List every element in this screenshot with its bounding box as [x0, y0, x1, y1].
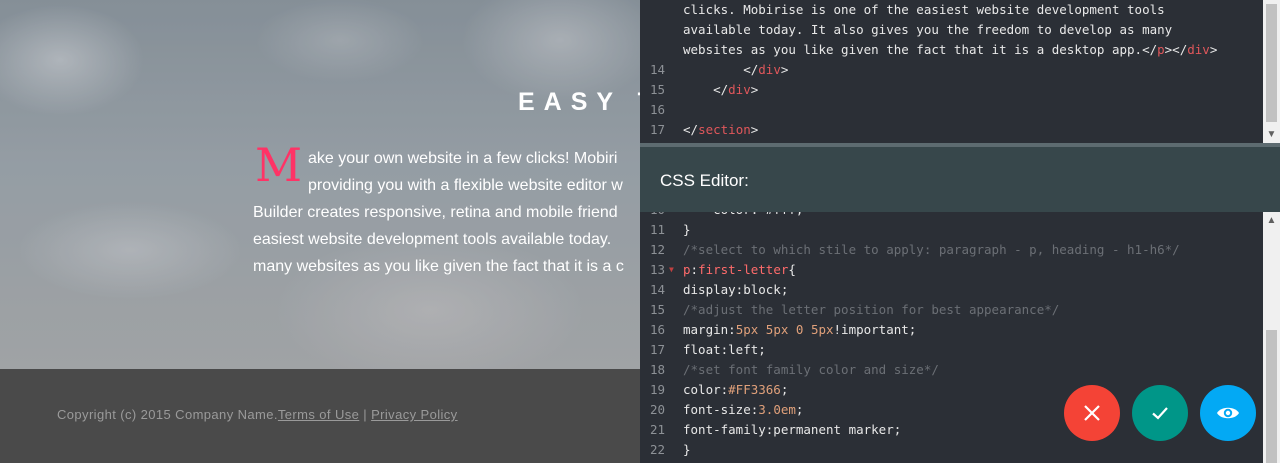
line-number: 17 [650, 122, 666, 137]
paragraph-line: Builder creates responsive, retina and m… [253, 204, 618, 221]
code-text: p:first-letter{ [683, 262, 796, 277]
line-number: 15 [650, 82, 666, 97]
site-preview: EASY T M ake your own website in a few c… [0, 0, 640, 463]
site-footer: Copyright (c) 2015 Company Name.Terms of… [0, 369, 640, 463]
paragraph-line: providing you with a flexible website ed… [308, 177, 623, 194]
apply-button[interactable] [1132, 385, 1188, 441]
fold-arrow-icon[interactable]: ▼ [669, 260, 674, 280]
hero-paragraph: ake your own website in a few clicks! Mo… [253, 145, 640, 280]
code-text: /*select to which stile to apply: paragr… [683, 242, 1180, 257]
close-icon [1084, 405, 1100, 421]
code-text: clicks. Mobirise is one of the easiest w… [683, 2, 1165, 17]
css-editor-label: CSS Editor: [660, 171, 749, 190]
code-line[interactable]: websites as you like given the fact that… [640, 40, 1263, 60]
code-line[interactable]: 10 color: #fff; [640, 212, 1263, 220]
terms-of-use-link[interactable]: Terms of Use [278, 407, 359, 422]
code-text: /*adjust the letter position for best ap… [683, 302, 1060, 317]
privacy-policy-link[interactable]: Privacy Policy [371, 407, 458, 422]
line-number: 11 [650, 222, 666, 237]
scroll-up-arrow[interactable]: ▲ [1263, 212, 1280, 229]
code-line[interactable]: 11} [640, 220, 1263, 240]
line-number: 19 [650, 382, 666, 397]
scroll-down-arrow[interactable]: ▼ [1263, 126, 1280, 143]
code-line[interactable]: 15 /*adjust the letter position for best … [640, 300, 1263, 320]
code-line[interactable]: 17 float:left; [640, 340, 1263, 360]
footer-text: Copyright (c) 2015 Company Name.Terms of… [57, 407, 458, 422]
code-line[interactable]: 13 ▼ p:first-letter{ [640, 260, 1263, 280]
code-text: /*set font family color and size*/ [683, 362, 939, 377]
code-text: margin:5px 5px 0 5px!important; [683, 322, 917, 337]
line-number: 21 [650, 422, 666, 437]
line-number: 10 [650, 212, 668, 220]
code-line[interactable]: 14 </div> [640, 60, 1263, 80]
footer-separator: | [359, 407, 372, 422]
line-number: 13 [650, 262, 666, 277]
css-editor-scrollbar[interactable]: ▲ [1263, 212, 1280, 463]
code-text: color: #fff; [683, 212, 803, 220]
code-line[interactable]: 16 [640, 100, 1263, 120]
paragraph-line: many websites as you like given the fact… [253, 258, 624, 275]
code-line[interactable]: clicks. Mobirise is one of the easiest w… [640, 0, 1263, 20]
preview-button[interactable] [1200, 385, 1256, 441]
line-number: 15 [650, 302, 666, 317]
code-text: } [683, 222, 691, 237]
code-line[interactable]: 16 margin:5px 5px 0 5px!important; [640, 320, 1263, 340]
code-text: available today. It also gives you the f… [683, 22, 1173, 37]
line-number: 22 [650, 442, 666, 457]
code-text: display:block; [683, 282, 789, 297]
paragraph-line: ake your own website in a few clicks! Mo… [308, 150, 618, 167]
hero-title: EASY T [518, 88, 640, 116]
code-line[interactable]: 18 /*set font family color and size*/ [640, 360, 1263, 380]
line-number: 17 [650, 342, 666, 357]
code-text: </div> [683, 82, 759, 97]
hero-section: EASY T M ake your own website in a few c… [0, 0, 640, 369]
line-number: 16 [650, 322, 666, 337]
code-editor-panel: clicks. Mobirise is one of the easiest w… [640, 0, 1280, 463]
code-text: font-family:permanent marker; [683, 422, 902, 437]
code-text: websites as you like given the fact that… [683, 42, 1218, 57]
line-number: 14 [650, 62, 666, 77]
code-text: </section> [683, 122, 759, 137]
scrollbar-thumb[interactable] [1266, 330, 1277, 463]
html-editor[interactable]: clicks. Mobirise is one of the easiest w… [640, 0, 1263, 143]
copyright-text: Copyright (c) 2015 Company Name. [57, 407, 278, 422]
code-line[interactable]: 12 /*select to which stile to apply: para… [640, 240, 1263, 260]
code-text: } [683, 442, 691, 457]
html-editor-scrollbar[interactable]: ▼ [1263, 0, 1280, 143]
code-text: </div> [683, 62, 789, 77]
code-line[interactable]: available today. It also gives you the f… [640, 20, 1263, 40]
line-number: 18 [650, 362, 666, 377]
cancel-button[interactable] [1064, 385, 1120, 441]
code-text: float:left; [683, 342, 766, 357]
line-number: 12 [650, 242, 666, 257]
paragraph-line: easiest website development tools availa… [253, 231, 612, 248]
scrollbar-thumb[interactable] [1266, 4, 1277, 122]
line-number: 20 [650, 402, 666, 417]
check-icon [1152, 407, 1168, 420]
line-number: 14 [650, 282, 666, 297]
line-number: 16 [650, 102, 666, 117]
code-line[interactable]: 15 </div> [640, 80, 1263, 100]
code-line[interactable]: 14 display:block; [640, 280, 1263, 300]
css-editor-header: CSS Editor: [640, 147, 1280, 212]
eye-icon [1217, 407, 1239, 419]
code-line[interactable]: 22} [640, 440, 1263, 460]
code-text: color:#FF3366; [683, 382, 789, 397]
code-line[interactable]: 17 </section> [640, 120, 1263, 140]
code-text: font-size:3.0em; [683, 402, 804, 417]
